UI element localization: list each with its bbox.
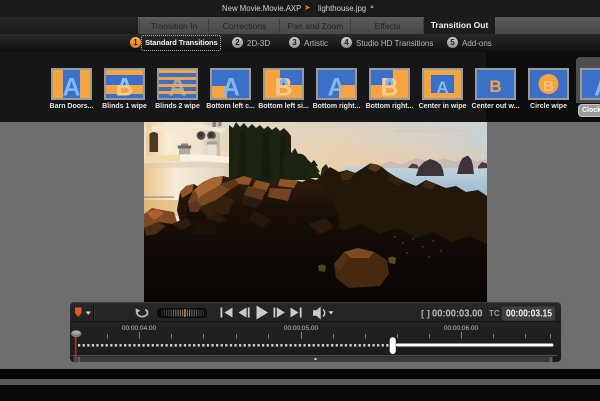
svg-text:A: A: [594, 74, 600, 99]
svg-text:A: A: [222, 74, 240, 99]
svg-text:00:00:04.00: 00:00:04.00: [122, 325, 157, 332]
svg-text:B: B: [489, 77, 501, 96]
svg-text:00:00:06.00: 00:00:06.00: [444, 325, 479, 332]
svg-text:B: B: [543, 78, 554, 95]
svg-text:TC: TC: [489, 309, 500, 318]
svg-text:A: A: [436, 78, 448, 97]
svg-text:00:00:05.00: 00:00:05.00: [284, 325, 319, 332]
svg-text:A: A: [62, 74, 80, 99]
svg-text:A: A: [168, 74, 186, 99]
svg-text:00:00:03.15: 00:00:03.15: [506, 308, 552, 320]
svg-text:00:00:03.00: 00:00:03.00: [432, 308, 483, 320]
svg-text:[ ]: [ ]: [421, 309, 430, 320]
